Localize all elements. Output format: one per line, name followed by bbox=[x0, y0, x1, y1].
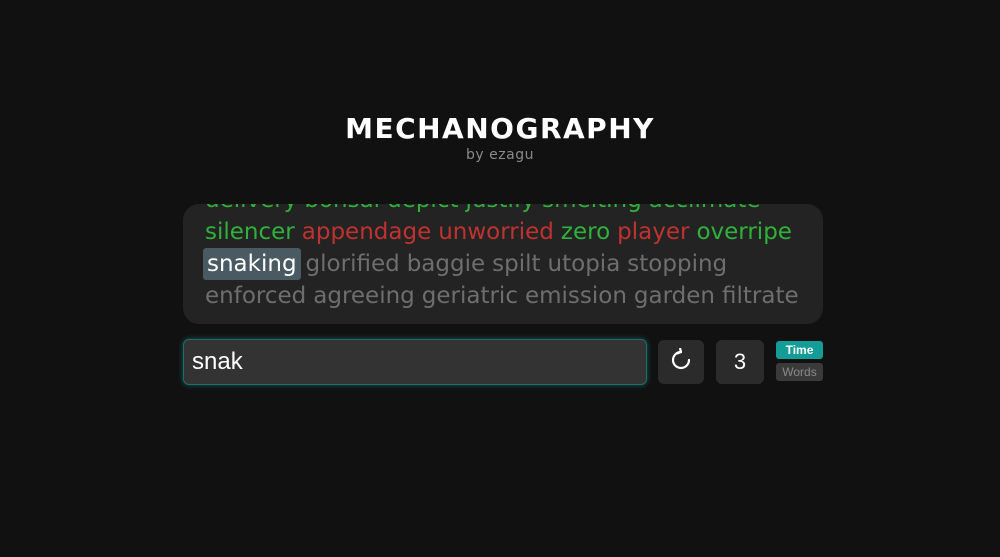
word: delivery bbox=[203, 204, 299, 216]
mode-time-button[interactable]: Time bbox=[776, 341, 823, 359]
word: appendage bbox=[301, 219, 432, 245]
word: acclimate bbox=[647, 204, 763, 216]
word: bonsai bbox=[302, 204, 382, 216]
word: unworried bbox=[438, 219, 554, 245]
word: stopping bbox=[627, 251, 728, 277]
word: smelting bbox=[540, 204, 644, 216]
word-display: deliverybonsaidepictjustifysmeltingaccli… bbox=[183, 204, 823, 324]
restart-icon bbox=[669, 347, 693, 376]
word: silencer bbox=[205, 219, 295, 245]
word: justify bbox=[463, 204, 537, 216]
mode-words-button[interactable]: Words bbox=[776, 363, 823, 381]
app-subtitle: by ezagu bbox=[466, 147, 534, 163]
word: depict bbox=[385, 204, 460, 216]
word: agreeing bbox=[313, 283, 415, 309]
word-line: enforced agreeing geriatric emission garden f… bbox=[203, 280, 813, 312]
app-header: MECHANOGRAPHY by ezagu bbox=[0, 112, 1000, 164]
word: player bbox=[617, 219, 690, 245]
word-line: snaking glorified baggie spilt utopia stoppin… bbox=[203, 248, 813, 280]
current-word: snaking bbox=[203, 248, 301, 280]
word: overripe bbox=[696, 219, 792, 245]
typing-input[interactable] bbox=[183, 339, 647, 385]
word: zero bbox=[560, 219, 611, 245]
word: spilt bbox=[492, 251, 541, 277]
app-title: MECHANOGRAPHY bbox=[345, 112, 655, 145]
word: utopia bbox=[547, 251, 621, 277]
word-counter: 3 bbox=[716, 340, 764, 384]
word: geriatric bbox=[421, 283, 518, 309]
restart-button[interactable] bbox=[658, 340, 704, 384]
word-line: silencer appendage unworried zero player over… bbox=[203, 216, 813, 248]
word: baggie bbox=[406, 251, 486, 277]
word-line: deliverybonsaidepictjustifysmeltingaccli… bbox=[203, 204, 813, 216]
word: glorified bbox=[305, 251, 400, 277]
word: filtrate bbox=[722, 283, 799, 309]
word-lines: deliverybonsaidepictjustifysmeltingaccli… bbox=[203, 204, 813, 312]
word: emission bbox=[524, 283, 627, 309]
word: enforced bbox=[205, 283, 307, 309]
word: garden bbox=[633, 283, 715, 309]
